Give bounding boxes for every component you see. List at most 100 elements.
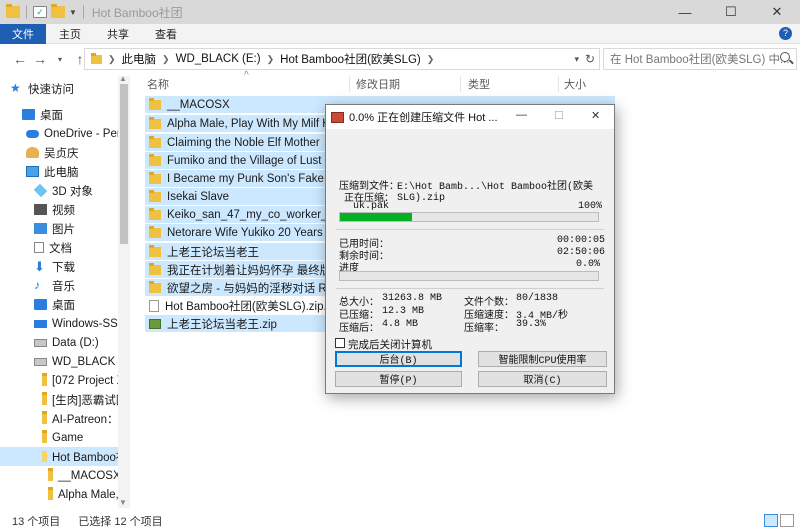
forward-arrow-icon[interactable]: → (30, 51, 50, 67)
sidebar-item-desktop[interactable]: 桌面 (22, 105, 63, 124)
back-arrow-icon[interactable]: ← (10, 51, 30, 67)
chevron-right-icon[interactable]: ❯ (162, 54, 170, 65)
limit-cpu-button[interactable]: 智能限制CPU使用率 (478, 351, 607, 367)
sidebar-item-label: 桌面 (40, 109, 63, 122)
total-size-value: 31263.8 MB (382, 293, 443, 304)
address-dropdown-icon[interactable]: ▾ (574, 54, 579, 65)
breadcrumb-folder[interactable]: Hot Bamboo社团(欧美SLG) (280, 51, 421, 67)
column-divider[interactable] (349, 76, 350, 92)
help-icon[interactable]: ? (779, 27, 792, 40)
current-file: uk.pak (353, 201, 390, 212)
sidebar-item-onedrive[interactable]: OneDrive - Perso (26, 124, 130, 143)
sidebar-item-3d-objects[interactable]: 3D 对象 (33, 181, 93, 200)
maximize-button[interactable]: ☐ (708, 0, 754, 24)
minimize-button[interactable]: — (662, 0, 708, 24)
background-button[interactable]: 后台(B) (335, 351, 462, 367)
sidebar-item-pictures[interactable]: 图片 (34, 219, 75, 238)
folder-open-icon (42, 451, 47, 462)
window-controls: — ☐ ✕ (662, 0, 800, 24)
recent-chevron-icon[interactable]: ▾ (50, 55, 70, 64)
sidebar-item-folder[interactable]: __MACOSX (48, 466, 121, 485)
shutdown-label: 完成后关闭计算机 (348, 340, 432, 352)
search-icon (780, 52, 790, 62)
overall-progress-bar (339, 271, 599, 281)
selection-count: 已选择 12 个项目 (78, 516, 163, 528)
sidebar-item-folder[interactable]: Game (42, 428, 83, 447)
properties-icon[interactable]: ✓ (33, 6, 47, 18)
sidebar-item-label: 图片 (52, 223, 75, 236)
large-icons-view-icon[interactable] (780, 514, 794, 527)
drive-icon (34, 338, 47, 347)
dialog-title-bar[interactable]: 0.0% 正在创建压缩文件 Hot ... — ☐ ✕ (326, 105, 614, 129)
chevron-down-icon[interactable]: ▼ (69, 8, 77, 17)
sidebar-item-label: 3D 对象 (52, 185, 93, 198)
archive-path: E:\Hot Bamb...\Hot Bamboo社团(欧美SLG).zip (397, 182, 594, 204)
tab-home[interactable]: 主页 (46, 24, 94, 44)
search-input[interactable]: 在 Hot Bamboo社团(欧美SLG) 中... (603, 48, 797, 70)
chevron-right-icon[interactable]: ❯ (427, 54, 435, 65)
tab-share[interactable]: 共享 (94, 24, 142, 44)
sidebar-item-folder[interactable]: [生肉]恶霸试图 (42, 390, 127, 409)
desktop-icon (22, 109, 35, 120)
chevron-right-icon[interactable]: ❯ (267, 54, 275, 65)
column-name[interactable]: 名称 (147, 76, 169, 92)
shutdown-checkbox[interactable] (335, 338, 345, 348)
dialog-minimize-button[interactable]: — (516, 109, 527, 121)
folder-icon (149, 116, 161, 129)
close-button[interactable]: ✕ (754, 0, 800, 24)
star-icon: ★ (10, 81, 21, 95)
details-view-icon[interactable] (764, 514, 778, 527)
sidebar-item-label: 桌面 (52, 299, 75, 312)
3d-objects-icon (33, 183, 48, 198)
sidebar-item-label: Game (52, 431, 84, 444)
pause-button[interactable]: 暂停(P) (335, 371, 462, 387)
dialog-title: 0.0% 正在创建压缩文件 Hot ... (349, 112, 498, 124)
sidebar-item-music[interactable]: ♪ 音乐 (34, 276, 75, 295)
sidebar-item-folder[interactable]: AI-Patreon：u (42, 409, 125, 428)
sidebar-item-data-drive[interactable]: Data (D:) (34, 333, 99, 352)
address-bar[interactable]: ❯ 此电脑 ❯ WD_BLACK (E:) ❯ Hot Bamboo社团(欧美S… (84, 48, 600, 70)
sidebar-item-this-pc[interactable]: 此电脑 (26, 162, 79, 181)
column-type[interactable]: 类型 (468, 76, 490, 92)
sidebar-item-videos[interactable]: 视频 (34, 200, 75, 219)
sidebar-item-folder[interactable]: [072 Project X (42, 371, 124, 390)
scrollbar-thumb[interactable] (120, 84, 128, 244)
sidebar-item-desktop-pc[interactable]: 桌面 (34, 295, 75, 314)
breadcrumb-drive[interactable]: WD_BLACK (E:) (176, 53, 261, 65)
compressed-value: 12.3 MB (382, 306, 425, 317)
onedrive-icon (26, 129, 39, 138)
cancel-button[interactable]: 取消(C) (478, 371, 607, 387)
sidebar-item-hot-bamboo[interactable]: Hot Bamboo社 (0, 447, 127, 466)
tab-view[interactable]: 查看 (142, 24, 190, 44)
sidebar-item-folder[interactable]: Alpha Male, (48, 485, 119, 504)
column-divider[interactable] (460, 76, 461, 92)
sidebar-item-windows-ssd[interactable]: Windows-SSD (34, 314, 126, 333)
divider (336, 288, 604, 289)
folder-icon (91, 52, 102, 64)
sidebar-item-user[interactable]: 吴贞庆 (26, 143, 79, 162)
scroll-down-icon[interactable]: ▼ (119, 498, 127, 507)
sidebar-item-downloads[interactable]: ⬇ 下载 (34, 257, 75, 276)
breadcrumb-this-pc[interactable]: 此电脑 (122, 51, 157, 67)
folder-icon (42, 430, 47, 443)
divider (336, 229, 604, 230)
folder-icon (149, 153, 161, 166)
new-folder-icon[interactable] (51, 4, 65, 18)
tab-file[interactable]: 文件 (0, 23, 46, 44)
chevron-right-icon[interactable]: ❯ (108, 54, 116, 65)
file-list-header: ^ 名称 修改日期 类型 大小 (140, 70, 800, 94)
sidebar-item-wd-black[interactable]: WD_BLACK (E:) (34, 352, 130, 371)
sidebar-scrollbar[interactable]: ▲ ▼ (118, 74, 130, 508)
sidebar-item-documents[interactable]: 文档 (34, 238, 72, 257)
refresh-icon[interactable]: ↻ (585, 52, 595, 66)
column-size[interactable]: 大小 (564, 76, 586, 92)
sidebar-item-quick-access[interactable]: ★ 快速访问 (10, 79, 74, 98)
dialog-close-button[interactable]: ✕ (591, 109, 600, 122)
column-date[interactable]: 修改日期 (356, 76, 400, 92)
sidebar-item-label: 音乐 (52, 280, 75, 293)
drive-icon (34, 357, 47, 366)
column-divider[interactable] (558, 76, 559, 92)
music-icon: ♪ (34, 278, 40, 292)
quick-access-toolbar: ✓ ▼ (0, 4, 86, 19)
scroll-up-icon[interactable]: ▲ (119, 74, 127, 83)
